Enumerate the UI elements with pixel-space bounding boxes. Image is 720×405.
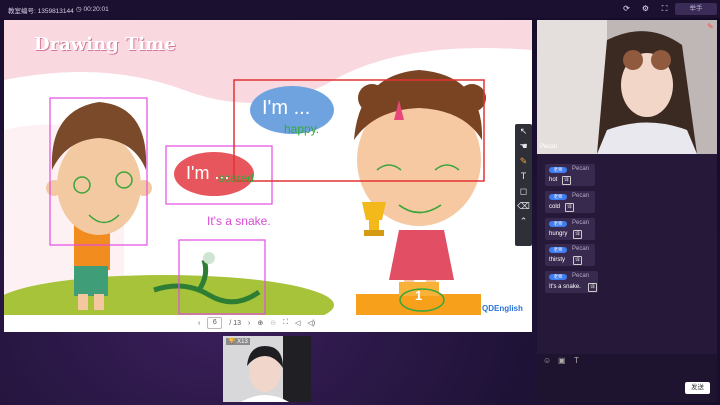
fullscreen-icon[interactable]: ⛶ (660, 4, 669, 13)
teacher-video: ✎ Pecan (537, 20, 717, 154)
handwritten-scared: scared (218, 171, 255, 185)
student-video: 🏆 X13 (223, 336, 311, 402)
pen-indicator-icon: ✎ (707, 22, 714, 31)
sender-name: Pecan (572, 246, 590, 252)
handwritten-snake: It's a snake. (207, 214, 271, 228)
volume-icon[interactable]: ◁) (307, 319, 315, 327)
student-video-frame (223, 336, 311, 402)
refresh-icon[interactable]: ⟳ (622, 4, 631, 13)
teacher-tag: 老师 (549, 274, 567, 280)
collapse-icon[interactable]: ⌃ (520, 214, 528, 229)
teacher-tag: 老师 (549, 167, 567, 173)
translate-icon[interactable]: 译 (562, 176, 571, 185)
top-bar: 教室编号: 1359813144 ◷ 00:20:01 ⟳ ⚙ ⛶ 举手 (0, 0, 720, 18)
slide-title: Drawing Time (34, 34, 176, 55)
message-text: hot (549, 177, 558, 183)
teacher-tag: 老师 (549, 194, 567, 200)
podium-number: 1 (415, 288, 423, 303)
chat-message: 老师 Pecan hot 译 (545, 164, 595, 186)
handwritten-happy: happy. (284, 122, 320, 136)
chat-message: 老师 Pecan It's a snake. 译 (545, 271, 598, 293)
eraser-icon[interactable]: ⌫ (517, 199, 530, 214)
cursor-icon[interactable]: ↖ (520, 124, 528, 139)
shape-icon[interactable]: ◻ (520, 184, 527, 199)
lesson-slide: Drawing Time I'm ... I'm ... happy. scar… (4, 20, 532, 315)
translate-icon[interactable]: 译 (573, 256, 582, 265)
zoom-in-icon[interactable]: ⊕ (257, 319, 263, 327)
page-input[interactable]: 6 (207, 317, 223, 329)
chat-message: 老师 Pecan cold 译 (545, 191, 595, 213)
page-total: / 13 (229, 319, 242, 327)
class-timer: ◷ 00:20:01 (76, 6, 109, 13)
teacher-video-frame (537, 20, 717, 154)
star-badge: 🏆 X13 (226, 338, 250, 345)
teacher-name: Pecan (540, 144, 558, 150)
audio-icon[interactable]: ◁ (295, 319, 300, 327)
bubble-blue-text: I'm ... (262, 97, 311, 119)
hand-icon[interactable]: ☚ (519, 139, 527, 154)
pen-icon[interactable]: ✎ (520, 154, 528, 169)
slide-pager: ‹ 6 / 13 › ⊕ ⊖ ⛶ ◁ ◁) (198, 316, 348, 330)
send-button[interactable]: 发送 (685, 382, 710, 394)
sender-name: Pecan (572, 220, 590, 226)
brand-logo: QDEnglish (482, 304, 523, 313)
message-text: cold (549, 204, 561, 210)
teacher-tag: 老师 (549, 221, 567, 227)
translate-icon[interactable]: 译 (573, 230, 582, 239)
text-format-icon[interactable]: T (574, 356, 579, 365)
chat-input-bar[interactable]: ☺ ▣ T 发送 (537, 354, 717, 402)
teacher-tag: 老师 (549, 247, 567, 253)
prev-page-button[interactable]: ‹ (198, 320, 200, 327)
slide-illustration (4, 48, 532, 315)
fit-screen-icon[interactable]: ⛶ (283, 319, 288, 327)
next-page-button[interactable]: › (248, 320, 250, 327)
chat-message: 老师 Pecan thirsty 译 (545, 244, 595, 266)
chat-message: 老师 Pecan hungry 译 (545, 218, 595, 240)
translate-icon[interactable]: 译 (588, 283, 597, 292)
sender-name: Pecan (572, 166, 590, 172)
message-text: hungry (549, 231, 568, 237)
image-icon[interactable]: ▣ (558, 356, 566, 365)
settings-icon[interactable]: ⚙ (641, 4, 650, 13)
message-text: It's a snake. (549, 284, 581, 290)
sender-name: Pecan (572, 273, 590, 279)
text-icon[interactable]: T (521, 169, 527, 184)
message-text: thirsty (549, 257, 566, 263)
sender-name: Pecan (572, 193, 590, 199)
right-panel: ✎ Pecan 老师 Pecan hot 译 老师 Pecan cold 译 老… (537, 20, 717, 402)
emoji-icon[interactable]: ☺ (543, 356, 551, 365)
translate-icon[interactable]: 译 (565, 203, 574, 212)
room-number: 教室编号: 1359813144 (8, 8, 74, 15)
drawing-toolbar: ↖ ☚ ✎ T ◻ ⌫ ⌃ (515, 124, 532, 246)
whiteboard[interactable]: Drawing Time I'm ... I'm ... happy. scar… (4, 20, 532, 332)
chat-list: 老师 Pecan hot 译 老师 Pecan cold 译 老师 Pecan … (537, 154, 717, 354)
raise-hand-button[interactable]: 举手 (675, 3, 717, 15)
zoom-out-icon[interactable]: ⊖ (270, 319, 276, 327)
